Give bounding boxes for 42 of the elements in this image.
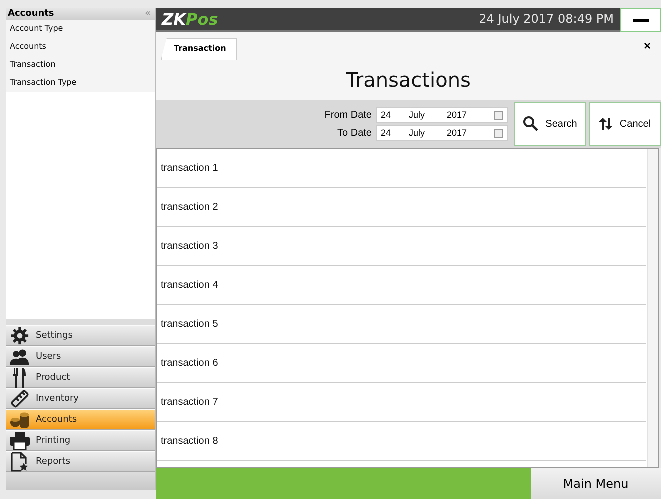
module-item[interactable]: Inventory: [6, 388, 155, 409]
scrollbar[interactable]: [647, 149, 658, 467]
module-item[interactable]: Settings: [6, 325, 155, 346]
menu-item[interactable]: Account Type: [6, 20, 155, 38]
coins-icon: [10, 410, 30, 428]
menu-item[interactable]: Transaction Type: [6, 74, 155, 92]
module-item[interactable]: Printing: [6, 430, 155, 451]
cancel-button[interactable]: Cancel: [589, 102, 661, 146]
list-row[interactable]: transaction 1: [157, 149, 646, 188]
list-row[interactable]: transaction 2: [157, 188, 646, 227]
ruler-icon: [10, 388, 30, 408]
date-time: 24 July 2017 08:49 PM: [479, 12, 614, 26]
search-button[interactable]: Search: [514, 102, 586, 146]
gear-icon: [10, 326, 30, 344]
list-row[interactable]: transaction 4: [157, 266, 646, 305]
module-item[interactable]: Accounts: [6, 409, 155, 430]
close-button[interactable]: ×: [644, 39, 651, 53]
page-title: Transactions: [156, 60, 661, 100]
menu-item[interactable]: Accounts: [6, 38, 155, 56]
module-item[interactable]: Users: [6, 346, 155, 367]
swap-arrows-icon: [598, 117, 613, 131]
date-field[interactable]: 24 July 2017: [376, 107, 508, 123]
list-row[interactable]: transaction 6: [157, 344, 646, 383]
tab[interactable]: Transaction: [161, 38, 238, 60]
list-row[interactable]: transaction 7: [157, 383, 646, 422]
list-row[interactable]: transaction 8: [157, 422, 646, 461]
printer-icon: [10, 432, 30, 450]
minimize-button[interactable]: [620, 8, 661, 32]
users-icon: [10, 348, 30, 366]
module-item[interactable]: Product: [6, 367, 155, 388]
menu-item[interactable]: Transaction: [6, 56, 155, 74]
date-label: To Date: [336, 128, 372, 138]
date-field[interactable]: 24 July 2017: [376, 125, 508, 141]
list-row[interactable]: transaction 3: [157, 227, 646, 266]
app-logo: ZKPos: [162, 10, 218, 28]
panel-title: Accounts: [8, 9, 54, 19]
main-menu-button[interactable]: Main Menu: [531, 468, 661, 499]
list-row[interactable]: transaction 5: [157, 305, 646, 344]
search-icon: [522, 116, 539, 132]
date-label: From Date: [324, 110, 372, 120]
document-star-icon: [10, 452, 30, 472]
module-item[interactable]: Reports: [6, 451, 155, 472]
